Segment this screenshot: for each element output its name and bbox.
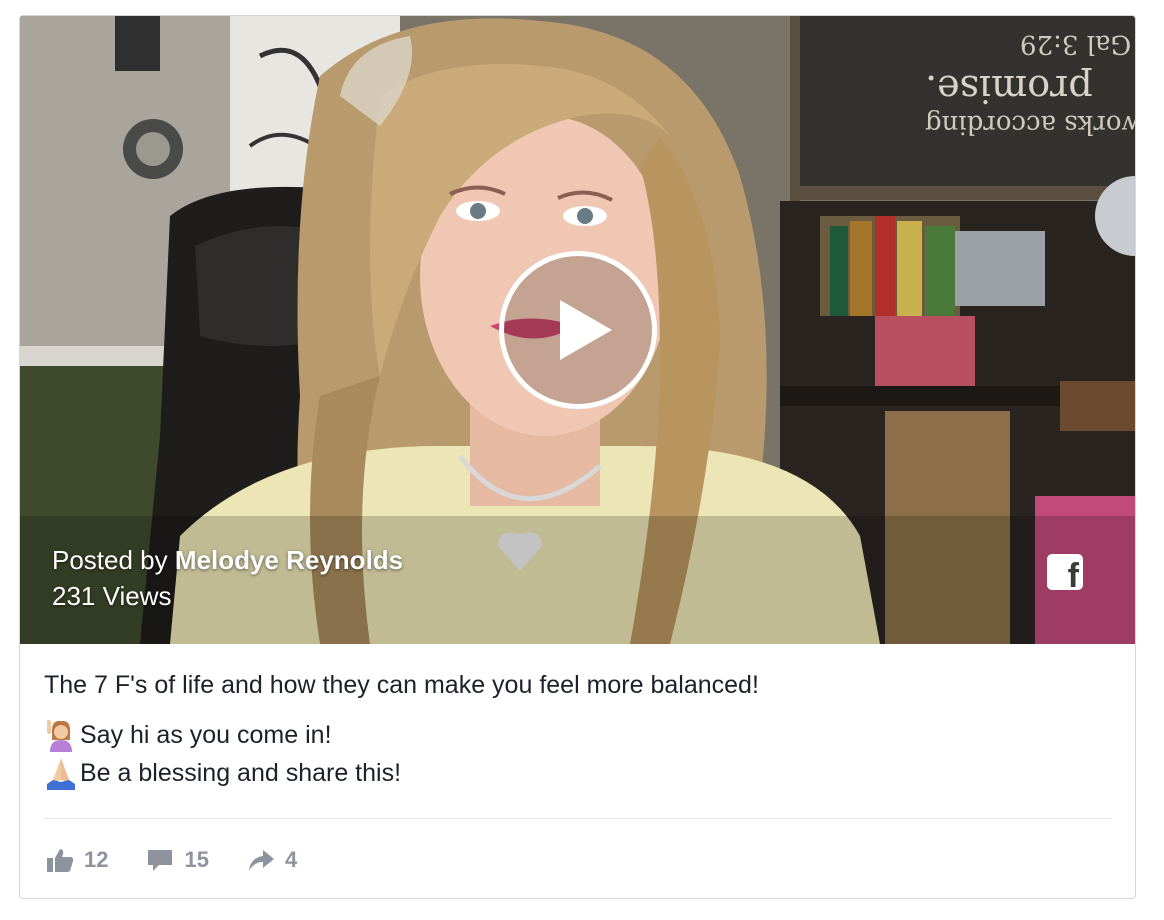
post-line-2: Be a blessing and share this! [44,754,1114,792]
author-name[interactable]: Melodye Reynolds [175,545,403,575]
folded-hands-emoji [44,756,78,790]
share-icon [248,850,274,871]
comment-icon [148,850,173,871]
post-title: The 7 F's of life and how they can make … [44,671,759,699]
post-body: The 7 F's of life and how they can make … [44,668,1114,792]
post-line-1: Say hi as you come in! [44,716,1114,754]
facebook-icon[interactable]: f [1047,554,1083,593]
post-line-1-text: Say hi as you come in! [80,721,332,749]
like-icon [47,849,74,872]
play-button[interactable] [499,251,657,409]
video-player[interactable]: works according promise. - Gal 3:29 [20,16,1135,644]
view-count: 231 Views [52,581,172,611]
comment-button[interactable]: 15 [146,846,209,874]
share-button[interactable]: 4 [247,846,297,874]
divider [44,818,1112,819]
share-count: 4 [284,847,298,872]
play-icon [560,300,612,360]
chalkboard-line-1: works according [925,109,1135,139]
like-button[interactable]: 12 [46,846,108,874]
like-count: 12 [84,847,109,872]
posted-by-label: Posted by [52,545,175,575]
chalkboard-line-3: - Gal 3:29 [1020,29,1135,59]
post-line-2-text: Be a blessing and share this! [80,759,402,787]
raising-hand-emoji [44,718,78,752]
chalkboard-line-2: promise. [925,67,1093,111]
comment-count: 15 [184,847,209,872]
reactions-bar: 12 15 4 [46,840,335,880]
video-overlay-info: Posted by Melodye Reynolds 231 Views [52,542,403,614]
video-post-card: works according promise. - Gal 3:29 [19,15,1136,899]
